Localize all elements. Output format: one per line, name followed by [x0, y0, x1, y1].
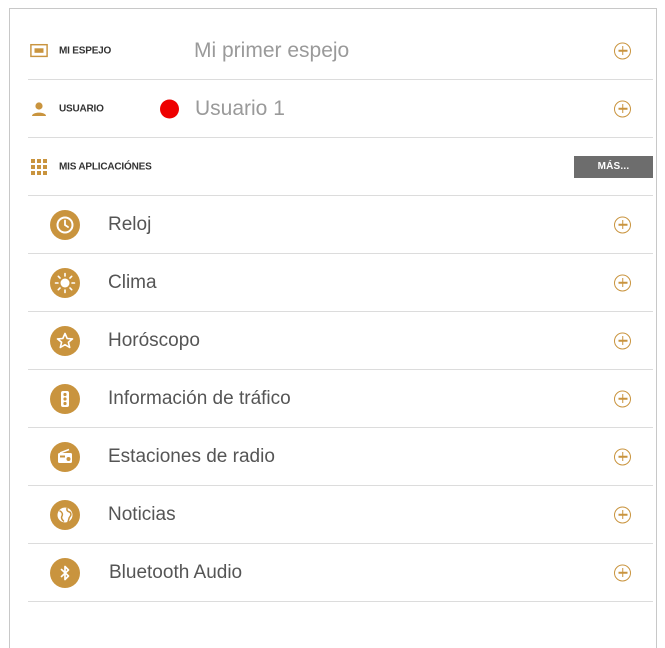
app-add-button[interactable]	[614, 448, 631, 465]
app-row-trafico[interactable]: Información de tráfico	[28, 370, 653, 428]
app-label: Noticias	[108, 503, 176, 525]
app-label: Información de tráfico	[108, 387, 291, 409]
app-row-reloj[interactable]: Reloj	[28, 196, 653, 254]
mirror-name: Mi primer espejo	[194, 38, 350, 62]
clock-icon	[50, 209, 80, 240]
app-add-button[interactable]	[614, 390, 631, 407]
user-icon	[30, 100, 48, 118]
globe-icon	[50, 499, 80, 530]
app-label: Horóscopo	[108, 329, 200, 351]
mirror-label: MI ESPEJO	[59, 45, 112, 56]
app-label: Estaciones de radio	[108, 445, 275, 467]
user-name: Usuario 1	[195, 96, 285, 120]
app-label: Reloj	[108, 213, 152, 235]
user-add-button[interactable]	[614, 100, 631, 117]
app-row-noticias[interactable]: Noticias	[28, 486, 653, 544]
bluetooth-icon	[50, 557, 80, 588]
app-label: Bluetooth Audio	[109, 561, 243, 583]
traffic-light-icon	[50, 383, 80, 414]
radio-icon	[50, 441, 80, 472]
mirror-row: MI ESPEJO Mi primer espejo	[28, 22, 653, 80]
user-row: USUARIO Usuario 1	[28, 80, 653, 138]
app-add-button[interactable]	[614, 274, 631, 291]
app-row-horoscopo[interactable]: Horóscopo	[28, 312, 653, 370]
app-row-radio[interactable]: Estaciones de radio	[28, 428, 653, 486]
app-add-button[interactable]	[614, 564, 631, 581]
mirror-add-button[interactable]	[614, 42, 631, 59]
app-label: Clima	[108, 271, 157, 293]
apps-header-row: MIS APLICACIÓNES MÁS...	[28, 138, 653, 196]
user-status-dot	[160, 99, 179, 118]
app-add-button[interactable]	[614, 216, 631, 233]
app-row-bluetooth[interactable]: Bluetooth Audio	[28, 544, 653, 602]
user-label: USUARIO	[59, 103, 104, 114]
app-row-clima[interactable]: Clima	[28, 254, 653, 312]
apps-section-label: MIS APLICACIÓNES	[59, 161, 152, 172]
app-add-button[interactable]	[614, 332, 631, 349]
more-button[interactable]: MÁS...	[574, 155, 653, 178]
sun-icon	[50, 267, 80, 298]
star-icon	[50, 325, 80, 356]
mirror-screen-icon	[30, 42, 48, 60]
grid-icon	[30, 158, 48, 176]
app-add-button[interactable]	[614, 506, 631, 523]
